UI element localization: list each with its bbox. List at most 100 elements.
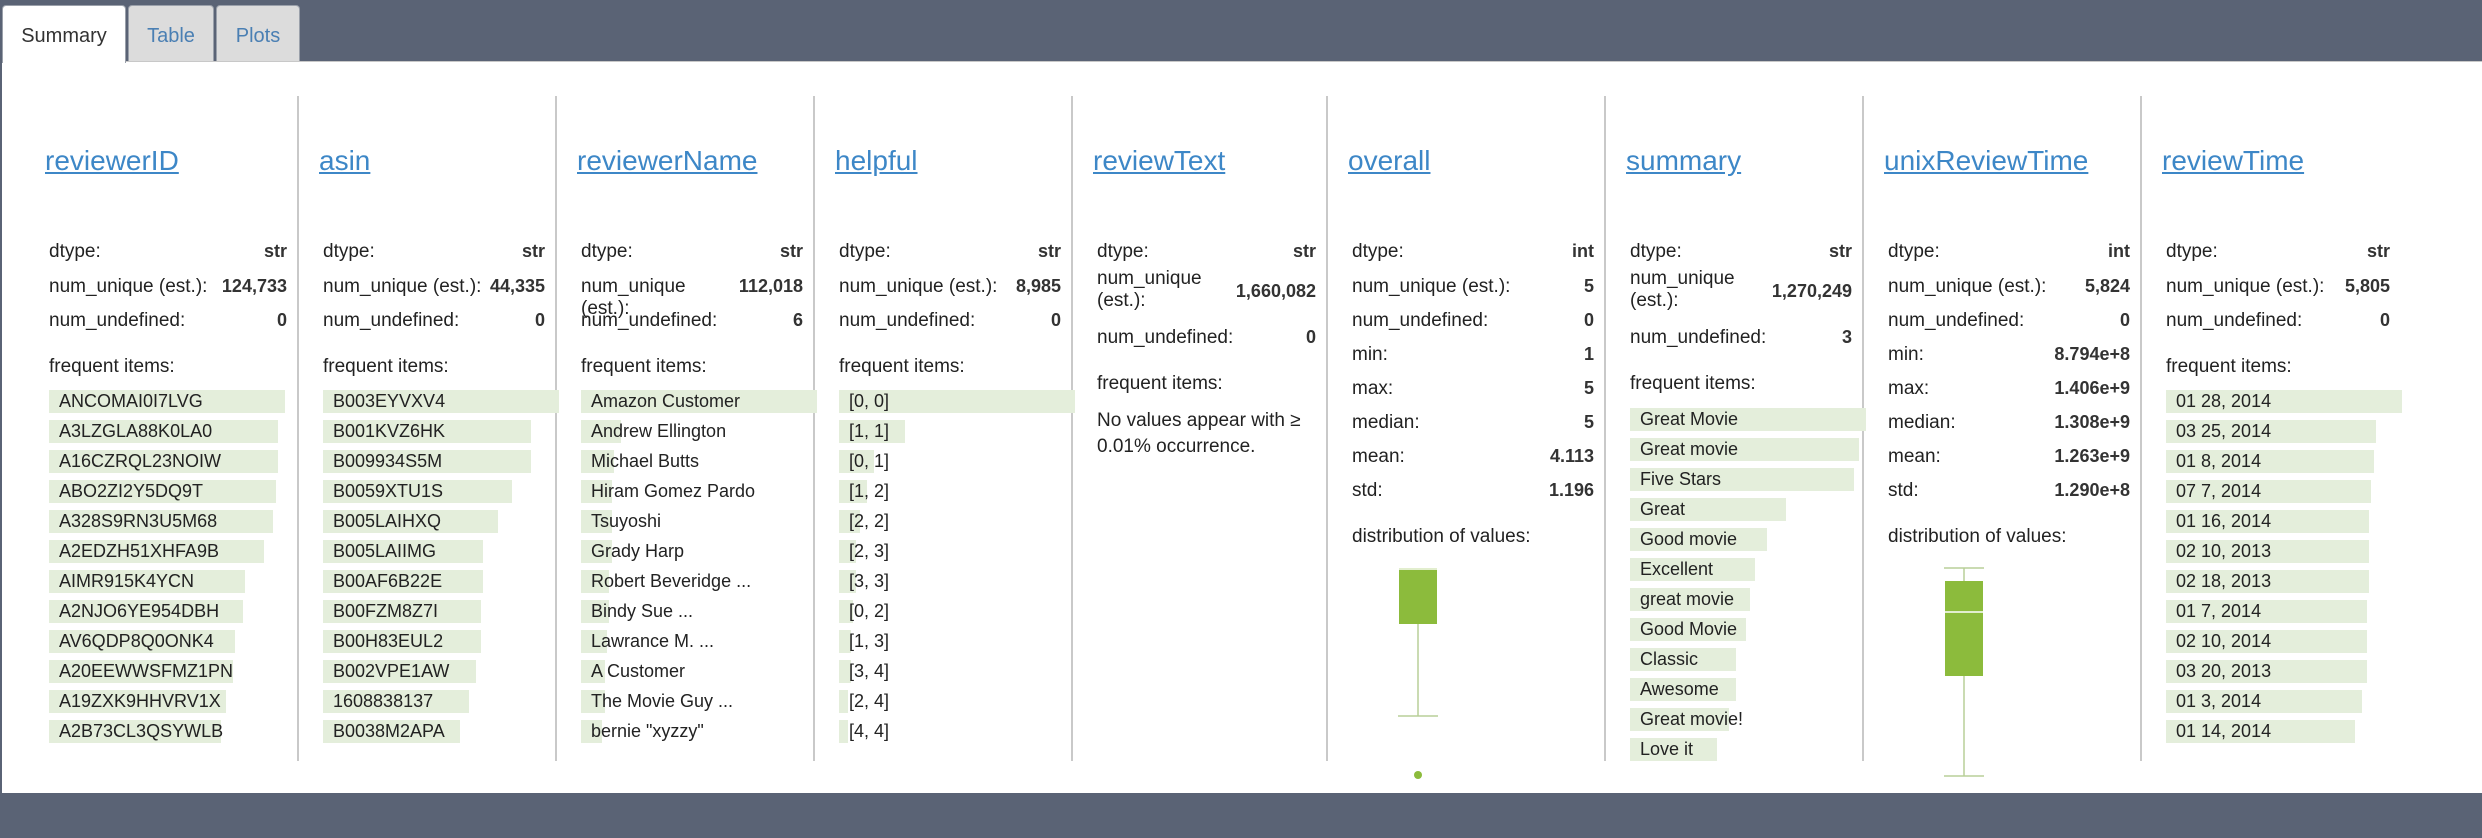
num-unique-row: num_unique (est.): 8,985 [839,276,1061,297]
frequent-item-label: 01 7, 2014 [2176,601,2262,621]
tab-table[interactable]: Table [128,5,214,61]
frequent-item-label: Great [1640,499,1686,519]
frequent-item-label: Excellent [1640,559,1714,579]
column-title-link[interactable]: reviewerName [557,145,813,177]
frequent-item: Hiram Gomez Pardo [581,478,817,504]
std-row: std: 1.196 [1352,480,1594,501]
frequent-item: Great movie! [1630,706,1866,732]
frequent-item-label: Tsuyoshi [591,511,662,531]
column-title-link[interactable]: reviewerID [25,145,297,177]
frequent-item: AIMR915K4YCN [49,568,285,594]
frequent-item: [2, 4] [839,688,1075,714]
dtype-row: dtype: int [1352,241,1594,262]
frequent-item: 03 20, 2013 [2166,658,2402,684]
distribution-label: distribution of values: [1352,526,1531,547]
frequent-item: bernie "xyzzy" [581,718,817,744]
frequent-item-label: 03 25, 2014 [2176,421,2272,441]
frequent-item-label: Good movie [1640,529,1738,549]
dtype-row: dtype: str [1630,241,1852,262]
column-title-link[interactable]: asin [299,145,555,177]
frequent-item: Amazon Customer [581,388,817,414]
frequent-item: A2EDZH51XHFA9B [49,538,285,564]
frequent-items-label: frequent items: [323,356,449,377]
frequent-item-label: B001KVZ6HK [333,421,446,441]
frequent-item-label: Five Stars [1640,469,1722,489]
dtype-row: dtype: str [49,241,287,262]
frequent-item-label: A2NJO6YE954DBH [59,601,220,621]
frequent-item-label: Amazon Customer [591,391,741,411]
frequent-item: Michael Butts [581,448,817,474]
dtype-row: dtype: str [2166,241,2390,262]
frequent-item-label: 01 14, 2014 [2176,721,2272,741]
num-undefined-row: num_undefined: 3 [1630,327,1852,348]
boxplot-unixReviewTime [1944,567,1984,777]
frequent-item-label: [2, 3] [849,541,890,561]
frequent-item-label: 01 16, 2014 [2176,511,2272,531]
column-card-reviewerName: reviewerName dtype: str num_unique (est.)… [557,96,817,761]
frequent-item-label: 01 3, 2014 [2176,691,2262,711]
frequent-item-label: Awesome [1640,679,1719,699]
column-card-helpful: helpful dtype: str num_unique (est.): 8,98… [815,96,1075,761]
frequent-item: Bindy Sue ... [581,598,817,624]
column-card-reviewText: reviewText dtype: str num_unique (est.): 1,… [1073,96,1328,761]
frequent-item-label: B00H83EUL2 [333,631,444,651]
frequent-item-label: ANCOMAI0I7LVG [59,391,203,411]
column-title-link[interactable]: overall [1328,145,1604,177]
frequent-item-label: [0, 2] [849,601,890,621]
frequent-item: Love it [1630,736,1866,762]
num-undefined-row: num_undefined: 0 [1097,327,1316,348]
num-unique-row: num_unique (est.): 5,805 [2166,276,2390,297]
num-unique-row: num_unique (est.): 1,270,249 [1630,268,1852,311]
frequent-item-label: A16CZRQL23NOIW [59,451,222,471]
frequent-item: [1, 1] [839,418,1075,444]
frequent-item-label: 02 10, 2014 [2176,631,2272,651]
frequent-item: [0, 2] [839,598,1075,624]
num-undefined-row: num_undefined: 0 [2166,310,2390,331]
frequent-item-label: 02 10, 2013 [2176,541,2272,561]
frequent-item: ABO2ZI2Y5DQ9T [49,478,285,504]
frequent-item-label: [3, 4] [849,661,890,681]
dtype-row: dtype: str [581,241,803,262]
median-row: median: 1.308e+9 [1888,412,2130,433]
column-title-link[interactable]: reviewTime [2142,145,2400,177]
frequent-item: 01 8, 2014 [2166,448,2402,474]
frequent-item-label: A328S9RN3U5M68 [59,511,218,531]
num-unique-row: num_unique (est.): 44,335 [323,276,545,297]
frequent-item-label: A3LZGLA88K0LA0 [59,421,213,441]
frequent-item-label: Robert Beveridge ... [591,571,752,591]
column-title-link[interactable]: summary [1606,145,1862,177]
frequent-item: [4, 4] [839,718,1075,744]
frequent-item: 01 7, 2014 [2166,598,2402,624]
num-undefined-row: num_undefined: 0 [323,310,545,331]
frequent-item: B00H83EUL2 [323,628,559,654]
frequent-item: B002VPE1AW [323,658,559,684]
tab-summary[interactable]: Summary [2,5,126,63]
frequent-item-label: 07 7, 2014 [2176,481,2262,501]
column-title-link[interactable]: reviewText [1073,145,1326,177]
frequent-item: B001KVZ6HK [323,418,559,444]
frequent-item: 01 16, 2014 [2166,508,2402,534]
frequent-item: 01 28, 2014 [2166,388,2402,414]
median-row: median: 5 [1352,412,1594,433]
frequent-item: 02 18, 2013 [2166,568,2402,594]
column-title-link[interactable]: helpful [815,145,1071,177]
frequent-item: A Customer [581,658,817,684]
tab-plots[interactable]: Plots [216,5,300,61]
frequent-item-label: 01 8, 2014 [2176,451,2262,471]
frequent-item-label: [0, 1] [849,451,890,471]
column-card-unixReviewTime: unixReviewTime dtype: int num_unique (est… [1864,96,2142,777]
frequent-item-label: B005LAIHXQ [333,511,442,531]
frequent-item-label: AIMR915K4YCN [59,571,195,591]
frequent-item-label: Great movie! [1640,709,1744,729]
column-card-reviewTime: reviewTime dtype: str num_unique (est.): 5… [2142,96,2402,761]
num-unique-row: num_unique (est.): 1,660,082 [1097,268,1316,311]
min-row: min: 1 [1352,344,1594,365]
dtype-row: dtype: str [323,241,545,262]
num-undefined-row: num_undefined: 0 [1352,310,1594,331]
frequent-item: Great Movie [1630,406,1866,432]
frequent-item: Great movie [1630,436,1866,462]
frequent-item-label: Great movie [1640,439,1739,459]
column-title-link[interactable]: unixReviewTime [1864,145,2140,177]
column-card-reviewerID: reviewerID dtype: str num_unique (est.): 1… [25,96,299,761]
boxplot-box [1399,568,1437,624]
